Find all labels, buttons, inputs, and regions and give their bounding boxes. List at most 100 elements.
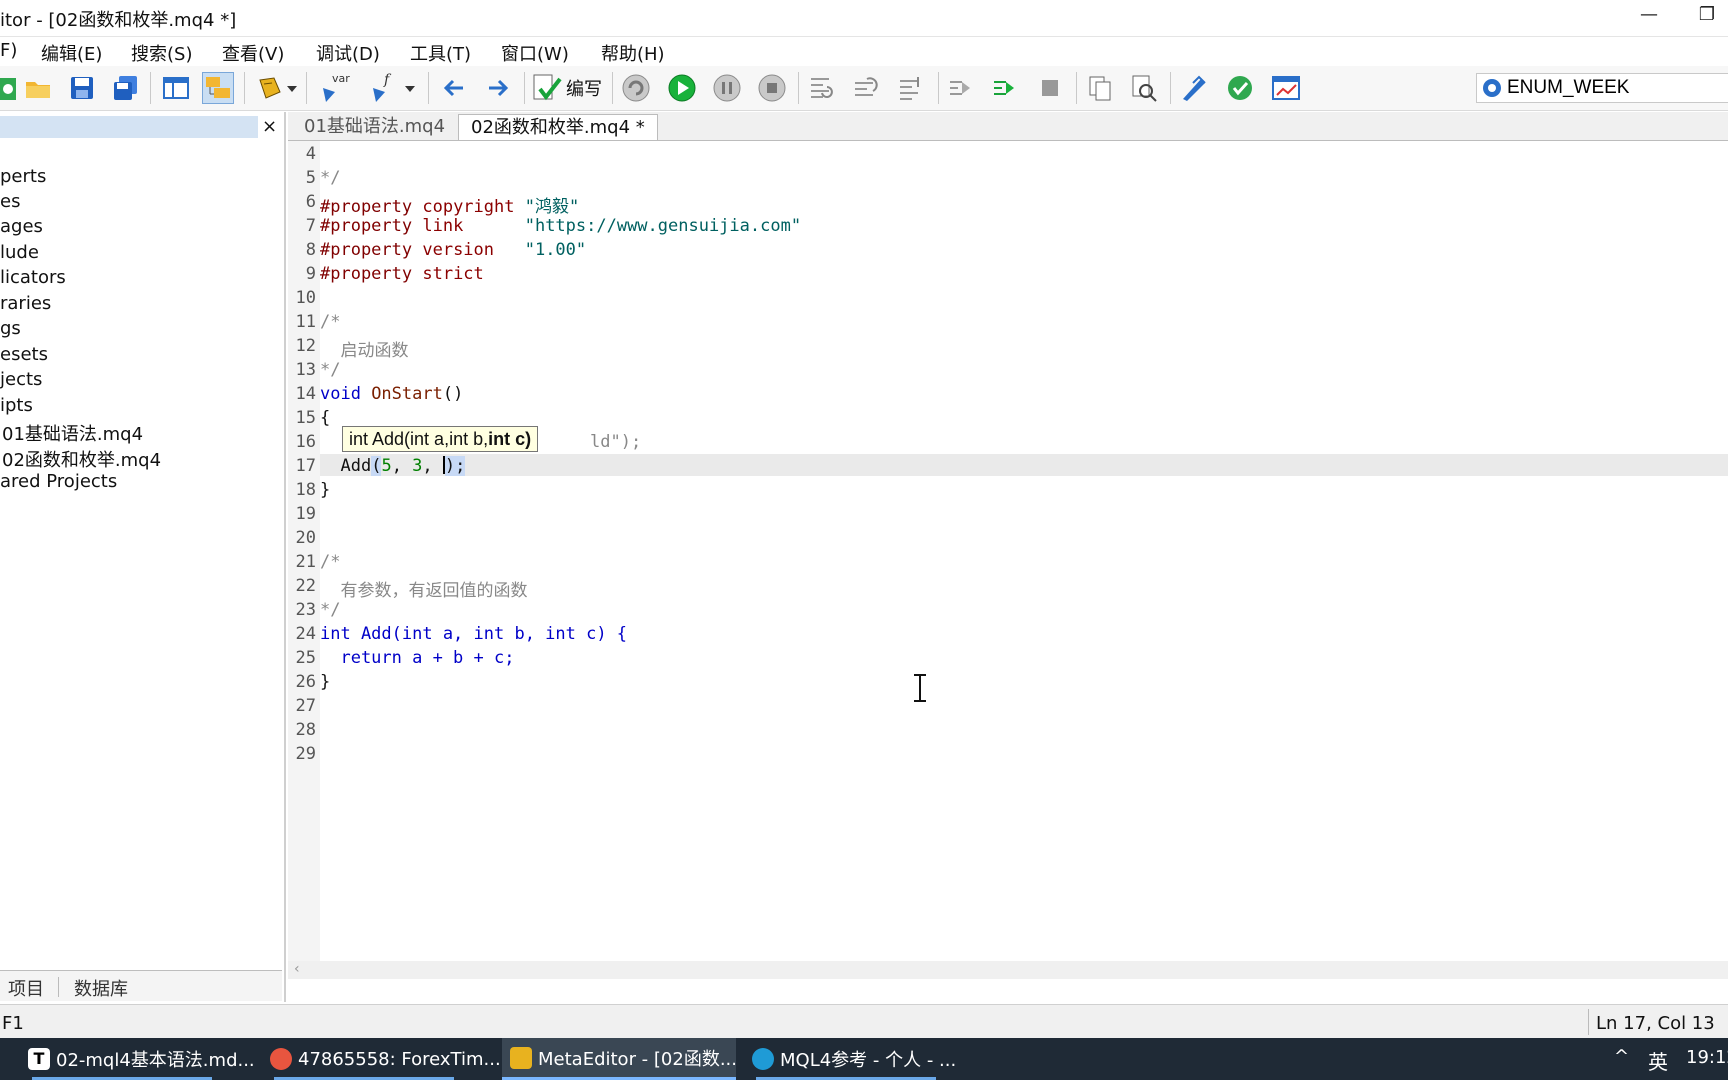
line-number: 22 (295, 576, 316, 596)
restore-button[interactable]: ❐ (1692, 4, 1722, 32)
navigator-header (0, 116, 258, 138)
tree-item-indicators[interactable]: licators (0, 267, 66, 288)
code-editor[interactable]: 4 5 6 7 8 9 10 11 12 13 14 15 16 17 18 1… (288, 141, 1728, 979)
cursor-position: Ln 17, Col 13 (1596, 1013, 1715, 1034)
tab-database[interactable]: 数据库 (74, 975, 128, 1001)
menu-edit[interactable]: 编辑(E) (41, 40, 102, 66)
debug-restart-icon[interactable] (620, 72, 652, 104)
tab-project[interactable]: 项目 (8, 975, 44, 1001)
code-line: #property version "1.00" (320, 240, 586, 260)
styler-icon[interactable] (254, 72, 286, 104)
tree-item-file-01[interactable]: 01基础语法.mq4 (2, 420, 143, 446)
horizontal-scrollbar[interactable]: ‹ (288, 961, 1728, 979)
navigator-tabs: 项目 数据库 (0, 970, 282, 1001)
line-number: 4 (305, 144, 316, 164)
compile-label: 编写 (566, 79, 602, 100)
codebase-icon[interactable] (1178, 72, 1210, 104)
terminal-app-icon (270, 1048, 292, 1070)
editor-tab-01[interactable]: 01基础语法.mq4 (292, 114, 457, 140)
step-into-icon[interactable] (806, 72, 838, 104)
toolbar: var f 编写 (0, 66, 1728, 111)
taskbar-item-edge[interactable]: MQL4参考 - 个人 - ... (746, 1038, 982, 1080)
stop-test-icon[interactable] (1034, 72, 1066, 104)
line-number: 11 (295, 312, 316, 332)
save-icon[interactable] (66, 72, 98, 104)
copy-page-icon[interactable] (1084, 72, 1116, 104)
ime-indicator[interactable]: 英 (1648, 1046, 1668, 1075)
tree-item-include[interactable]: lude (0, 242, 39, 263)
line-number: 29 (295, 744, 316, 764)
symbol-search-input[interactable] (1507, 76, 1727, 100)
code-token: ( (371, 456, 382, 476)
tray-expand-icon[interactable]: ^ (1614, 1046, 1629, 1067)
tree-item-projects[interactable]: jects (0, 369, 42, 390)
run-test-icon[interactable] (988, 72, 1020, 104)
insert-function-icon[interactable]: f (368, 72, 400, 104)
tree-item-experts[interactable]: perts (0, 166, 46, 187)
navigator-toggle-icon[interactable] (160, 72, 192, 104)
save-all-icon[interactable] (110, 72, 142, 104)
menu-debug[interactable]: 调试(D) (316, 40, 380, 66)
menu-search[interactable]: 搜索(S) (131, 40, 192, 66)
insert-variable-icon[interactable]: var (318, 72, 350, 104)
line-number: 19 (295, 504, 316, 524)
open-folder-icon[interactable] (22, 72, 54, 104)
menu-tools[interactable]: 工具(T) (410, 40, 471, 66)
menu-view[interactable]: 查看(V) (222, 40, 284, 66)
current-line-highlight (320, 454, 1728, 476)
stop-icon[interactable] (756, 72, 788, 104)
tree-item-libraries[interactable]: raries (0, 293, 51, 314)
code-token: "鸿毅" (514, 197, 580, 217)
taskbar-item-typora[interactable]: T 02-mql4基本语法.md... (22, 1038, 260, 1080)
navigator-close-button[interactable]: × (262, 116, 277, 137)
menu-help[interactable]: 帮助(H) (601, 40, 665, 66)
styler-dropdown-icon[interactable] (284, 72, 300, 104)
tree-item-shared-projects[interactable]: ared Projects (0, 471, 117, 492)
menu-file[interactable]: F) (0, 40, 17, 61)
function-dropdown-icon[interactable] (402, 72, 418, 104)
code-line: */ (320, 600, 341, 620)
menu-window[interactable]: 窗口(W) (501, 40, 569, 66)
tree-item-scripts[interactable]: ipts (0, 395, 33, 416)
toolbox-toggle-icon[interactable] (202, 72, 234, 104)
forward-arrow-icon[interactable] (482, 72, 514, 104)
line-number: 8 (305, 240, 316, 260)
tree-item-images[interactable]: ages (0, 216, 43, 237)
line-number: 24 (295, 624, 316, 644)
line-number: 9 (305, 264, 316, 284)
test-icon[interactable] (944, 72, 976, 104)
taskbar-label: 02-mql4基本语法.md... (56, 1050, 255, 1071)
tree-item-file-02[interactable]: 02函数和枚举.mq4 (2, 446, 161, 472)
taskbar-item-forextime[interactable]: 47865558: ForexTim... (264, 1038, 502, 1080)
code-token: 3 (412, 456, 423, 476)
system-clock[interactable]: 19:12 (1686, 1047, 1728, 1068)
line-number: 18 (295, 480, 316, 500)
minimize-button[interactable]: — (1634, 4, 1664, 32)
tree-item-logs[interactable]: gs (0, 318, 21, 339)
tree-item-presets[interactable]: esets (0, 344, 48, 365)
code-token: #property (320, 216, 413, 236)
ibeam-cursor-icon (912, 673, 928, 708)
terminal-icon[interactable] (1270, 72, 1302, 104)
pause-icon[interactable] (711, 72, 743, 104)
step-out-icon[interactable] (895, 72, 927, 104)
code-token: "1.00" (494, 240, 587, 260)
code-token: #property (320, 240, 413, 260)
scroll-left-icon[interactable]: ‹ (294, 961, 300, 977)
code-line: } (320, 672, 331, 692)
start-debug-icon[interactable] (666, 72, 698, 104)
code-line: void OnStart() (320, 384, 463, 404)
compile-button[interactable]: 编写 (532, 72, 602, 104)
new-file-icon[interactable] (0, 72, 24, 104)
editor-tab-02[interactable]: 02函数和枚举.mq4 * (458, 114, 658, 140)
taskbar-item-metaeditor[interactable]: MetaEditor - [02函数... (502, 1038, 736, 1080)
back-arrow-icon[interactable] (438, 72, 470, 104)
symbol-search-box[interactable] (1476, 73, 1728, 103)
tree-item-files[interactable]: es (0, 191, 20, 212)
step-over-icon[interactable] (850, 72, 882, 104)
tab-divider (58, 977, 59, 997)
menu-bar: F) 编辑(E) 搜索(S) 查看(V) 调试(D) 工具(T) 窗口(W) 帮… (0, 37, 1728, 65)
find-in-files-icon[interactable] (1128, 72, 1160, 104)
code-token: void (320, 384, 361, 404)
market-shield-icon[interactable] (1224, 72, 1256, 104)
